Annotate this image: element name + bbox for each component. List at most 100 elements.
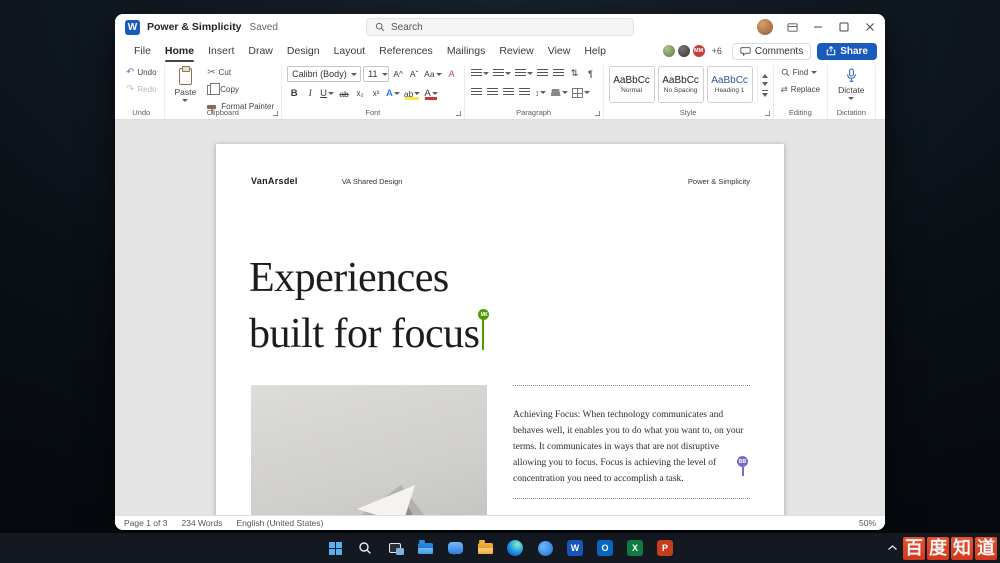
powerpoint-taskbar-button[interactable]: P (654, 537, 676, 559)
highlight-button[interactable]: ab (403, 86, 421, 101)
document-text-column[interactable]: Achieving Focus: When technology communi… (513, 385, 750, 515)
document-heading[interactable]: Experiences built for focus MK (249, 250, 490, 362)
change-case-button[interactable]: Aa (423, 67, 442, 82)
tab-home[interactable]: Home (158, 42, 201, 62)
style-heading-1[interactable]: AaBbCc Heading 1 (706, 66, 753, 103)
font-color-button[interactable]: A (423, 86, 438, 101)
tab-help[interactable]: Help (577, 42, 613, 60)
clear-formatting-button[interactable]: A (445, 67, 459, 82)
comments-button[interactable]: Comments (731, 42, 812, 60)
style-no-spacing[interactable]: AaBbCc No Spacing (657, 66, 704, 103)
decrease-indent-button[interactable] (536, 66, 550, 81)
teams-chat-button[interactable] (444, 537, 466, 559)
superscript-button[interactable]: x² (369, 86, 383, 101)
show-hide-marks-button[interactable]: ¶ (584, 66, 598, 81)
numbering-button[interactable] (492, 66, 512, 81)
paste-button[interactable]: Paste (170, 66, 202, 104)
styles-dialog-launcher-icon[interactable] (764, 111, 770, 116)
paragraph-dialog-launcher-icon[interactable] (594, 111, 600, 116)
tab-design[interactable]: Design (280, 42, 327, 60)
collaborator-avatar-1[interactable] (661, 44, 676, 58)
style-gallery-more-button[interactable] (761, 89, 768, 97)
collaborator-avatar-3[interactable]: MM (691, 44, 706, 58)
windows-start-button[interactable] (324, 537, 346, 559)
ribbon-display-options-icon[interactable] (785, 20, 799, 34)
task-view-button[interactable] (384, 537, 406, 559)
line-spacing-button[interactable]: ↕ (534, 85, 548, 100)
bold-button[interactable]: B (287, 86, 301, 101)
save-status[interactable]: Saved (250, 22, 278, 33)
maximize-button[interactable] (837, 20, 851, 34)
copy-button[interactable]: Copy (205, 82, 276, 96)
tab-mailings[interactable]: Mailings (440, 42, 493, 60)
style-gallery-down-button[interactable] (761, 81, 768, 86)
tab-review[interactable]: Review (492, 42, 540, 60)
style-gallery-up-button[interactable] (761, 73, 768, 78)
edge-button[interactable] (504, 537, 526, 559)
file-explorer-button[interactable] (414, 537, 436, 559)
tab-insert[interactable]: Insert (201, 42, 241, 60)
document-image[interactable] (251, 385, 487, 515)
page-header[interactable]: VanArsdel VA Shared Design Power & Simpl… (251, 176, 750, 186)
search-box[interactable]: Search (366, 18, 634, 36)
font-name-combo[interactable]: Calibri (Body) (287, 66, 362, 82)
tab-layout[interactable]: Layout (327, 42, 373, 60)
align-right-button[interactable] (502, 85, 516, 100)
shading-button[interactable] (550, 85, 569, 100)
share-button[interactable]: Share (817, 42, 877, 60)
italic-button[interactable]: I (303, 86, 317, 101)
replace-button[interactable]: ⇄ Replace (779, 83, 822, 96)
word-count[interactable]: 234 Words (181, 518, 222, 528)
undo-button[interactable]: ↶ Undo (124, 66, 159, 79)
close-button[interactable] (863, 20, 877, 34)
taskbar-search-button[interactable] (354, 537, 376, 559)
collaborator-flag-green: MK (478, 309, 490, 320)
collaborator-avatar-2[interactable] (676, 44, 691, 58)
shrink-font-button[interactable]: Aˇ (407, 67, 421, 82)
document-page[interactable]: VanArsdel VA Shared Design Power & Simpl… (216, 144, 784, 515)
underline-button[interactable]: U (319, 86, 335, 101)
subscript-button[interactable]: x₂ (353, 86, 367, 101)
tab-view[interactable]: View (541, 42, 578, 60)
redo-button[interactable]: ↷ Redo (124, 83, 159, 96)
word-taskbar-button[interactable]: W (564, 537, 586, 559)
text-effects-button[interactable]: A (385, 86, 401, 101)
numbering-icon (492, 69, 504, 78)
folder-app-button[interactable] (474, 537, 496, 559)
multilevel-list-button[interactable] (514, 66, 534, 81)
paste-icon (178, 66, 192, 85)
grow-font-button[interactable]: A^ (391, 67, 405, 82)
minimize-button[interactable] (811, 20, 825, 34)
strikethrough-button[interactable]: ab (337, 86, 351, 101)
increase-indent-button[interactable] (552, 66, 566, 81)
taskbar-overflow-chevron[interactable] (887, 544, 898, 552)
tab-references[interactable]: References (372, 42, 440, 60)
copy-label: Copy (220, 85, 239, 94)
tab-draw[interactable]: Draw (241, 42, 280, 60)
dictate-button[interactable]: Dictate (833, 66, 869, 102)
style-normal[interactable]: AaBbCc Normal (608, 66, 655, 103)
justify-button[interactable] (518, 85, 532, 100)
align-center-button[interactable] (486, 85, 500, 100)
font-size-combo[interactable]: 11 (363, 66, 390, 82)
find-button[interactable]: Find (779, 66, 822, 79)
collaborator-overflow-badge[interactable]: +6 (712, 46, 722, 56)
user-avatar[interactable] (757, 19, 773, 35)
body-paragraph[interactable]: Achieving Focus: When technology communi… (513, 407, 750, 487)
align-left-button[interactable] (470, 85, 484, 100)
cut-button[interactable]: ✂ Cut (205, 66, 276, 79)
clipboard-dialog-launcher-icon[interactable] (273, 111, 279, 116)
language-indicator[interactable]: English (United States) (236, 518, 323, 528)
tab-file[interactable]: File (127, 42, 158, 60)
zoom-level[interactable]: 50% (859, 518, 876, 528)
bullets-button[interactable] (470, 66, 490, 81)
outlook-taskbar-button[interactable]: O (594, 537, 616, 559)
excel-taskbar-button[interactable]: X (624, 537, 646, 559)
font-dialog-launcher-icon[interactable] (455, 111, 461, 116)
blue-app-button[interactable] (534, 537, 556, 559)
highlight-dropdown-icon (414, 92, 421, 95)
borders-button[interactable] (571, 85, 591, 100)
editor-button[interactable]: Editor (881, 66, 885, 97)
page-indicator[interactable]: Page 1 of 3 (124, 518, 167, 528)
sort-button[interactable]: ⇅ (568, 66, 582, 81)
